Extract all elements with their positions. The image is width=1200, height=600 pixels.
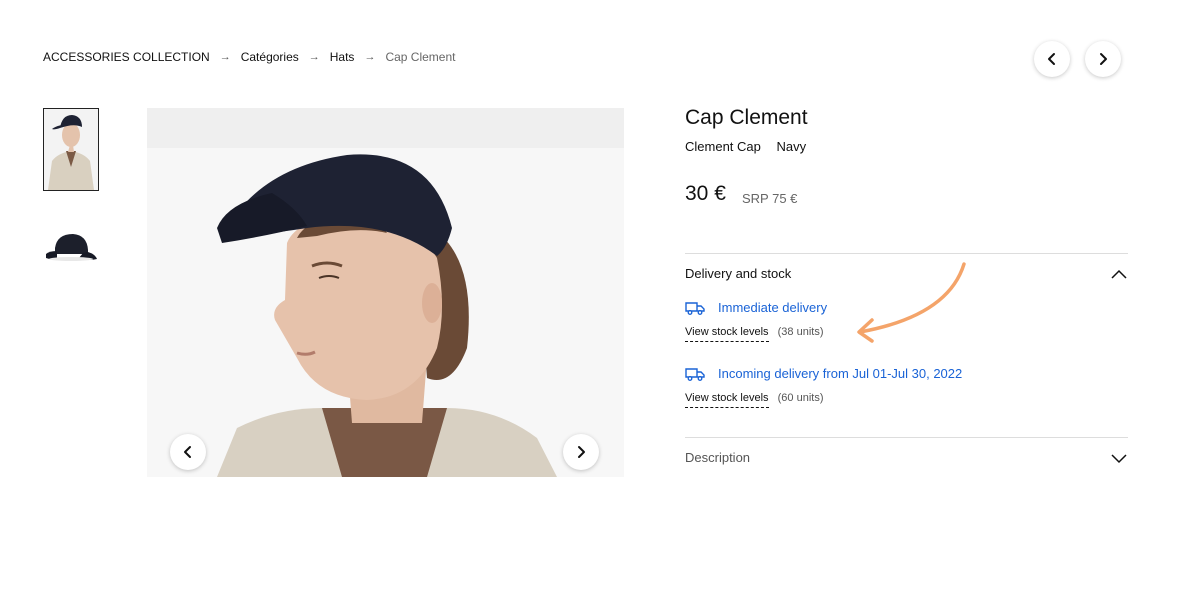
chevron-right-icon — [1100, 53, 1107, 65]
chevron-left-icon — [184, 446, 191, 458]
incoming-delivery[interactable]: Incoming delivery from Jul 01-Jul 30, 20… — [685, 366, 962, 381]
thumbnail-cap[interactable] — [43, 226, 99, 271]
annotation-arrow — [857, 262, 966, 343]
truck-icon — [685, 367, 705, 381]
next-product-button[interactable] — [1085, 41, 1121, 77]
breadcrumb-separator: → — [308, 51, 320, 63]
image-next-button[interactable] — [563, 434, 599, 470]
model-thumbnail-image — [44, 109, 98, 190]
thumbnail-model[interactable] — [43, 108, 99, 191]
view-stock-levels-link[interactable]: View stock levels — [685, 392, 769, 408]
breadcrumb-categories[interactable]: Catégories — [241, 50, 299, 64]
product-subtitle: Clement Cap Navy — [685, 139, 806, 154]
product-title: Cap Clement — [685, 106, 808, 129]
description-section-title[interactable]: Description — [685, 450, 750, 465]
incoming-stock-row: View stock levels (60 units) — [685, 392, 824, 408]
view-stock-levels-link[interactable]: View stock levels — [685, 326, 769, 342]
incoming-delivery-label: Incoming delivery from Jul 01-Jul 30, 20… — [718, 366, 963, 381]
chevron-up-icon[interactable] — [1111, 268, 1127, 280]
immediate-delivery-label: Immediate delivery — [718, 300, 828, 315]
truck-icon — [685, 301, 705, 315]
immediate-stock-row: View stock levels (38 units) — [685, 326, 824, 342]
product-color: Navy — [776, 139, 807, 154]
breadcrumb: ACCESSORIES COLLECTION → Catégories → Ha… — [43, 50, 455, 64]
model-photo — [147, 148, 624, 477]
breadcrumb-accessories-collection[interactable]: ACCESSORIES COLLECTION — [43, 50, 210, 64]
stock-units: (38 units) — [777, 326, 824, 338]
breadcrumb-hats[interactable]: Hats — [330, 50, 355, 64]
delivery-section-title[interactable]: Delivery and stock — [685, 266, 791, 281]
product-price: 30 € — [685, 182, 726, 205]
stock-units: (60 units) — [777, 392, 824, 404]
breadcrumb-current: Cap Clement — [385, 50, 456, 64]
previous-product-button[interactable] — [1034, 41, 1070, 77]
immediate-delivery[interactable]: Immediate delivery — [685, 300, 827, 315]
divider — [685, 253, 1128, 254]
chevron-left-icon — [1048, 53, 1055, 65]
breadcrumb-separator: → — [364, 51, 376, 63]
product-main-image — [147, 108, 624, 477]
cap-thumbnail-image — [46, 234, 97, 261]
product-name: Clement Cap — [685, 139, 761, 154]
breadcrumb-separator: → — [219, 51, 231, 63]
product-srp: SRP 75 € — [742, 191, 798, 206]
image-previous-button[interactable] — [170, 434, 206, 470]
divider — [685, 437, 1128, 438]
chevron-down-icon[interactable] — [1111, 453, 1127, 465]
chevron-right-icon — [578, 446, 585, 458]
